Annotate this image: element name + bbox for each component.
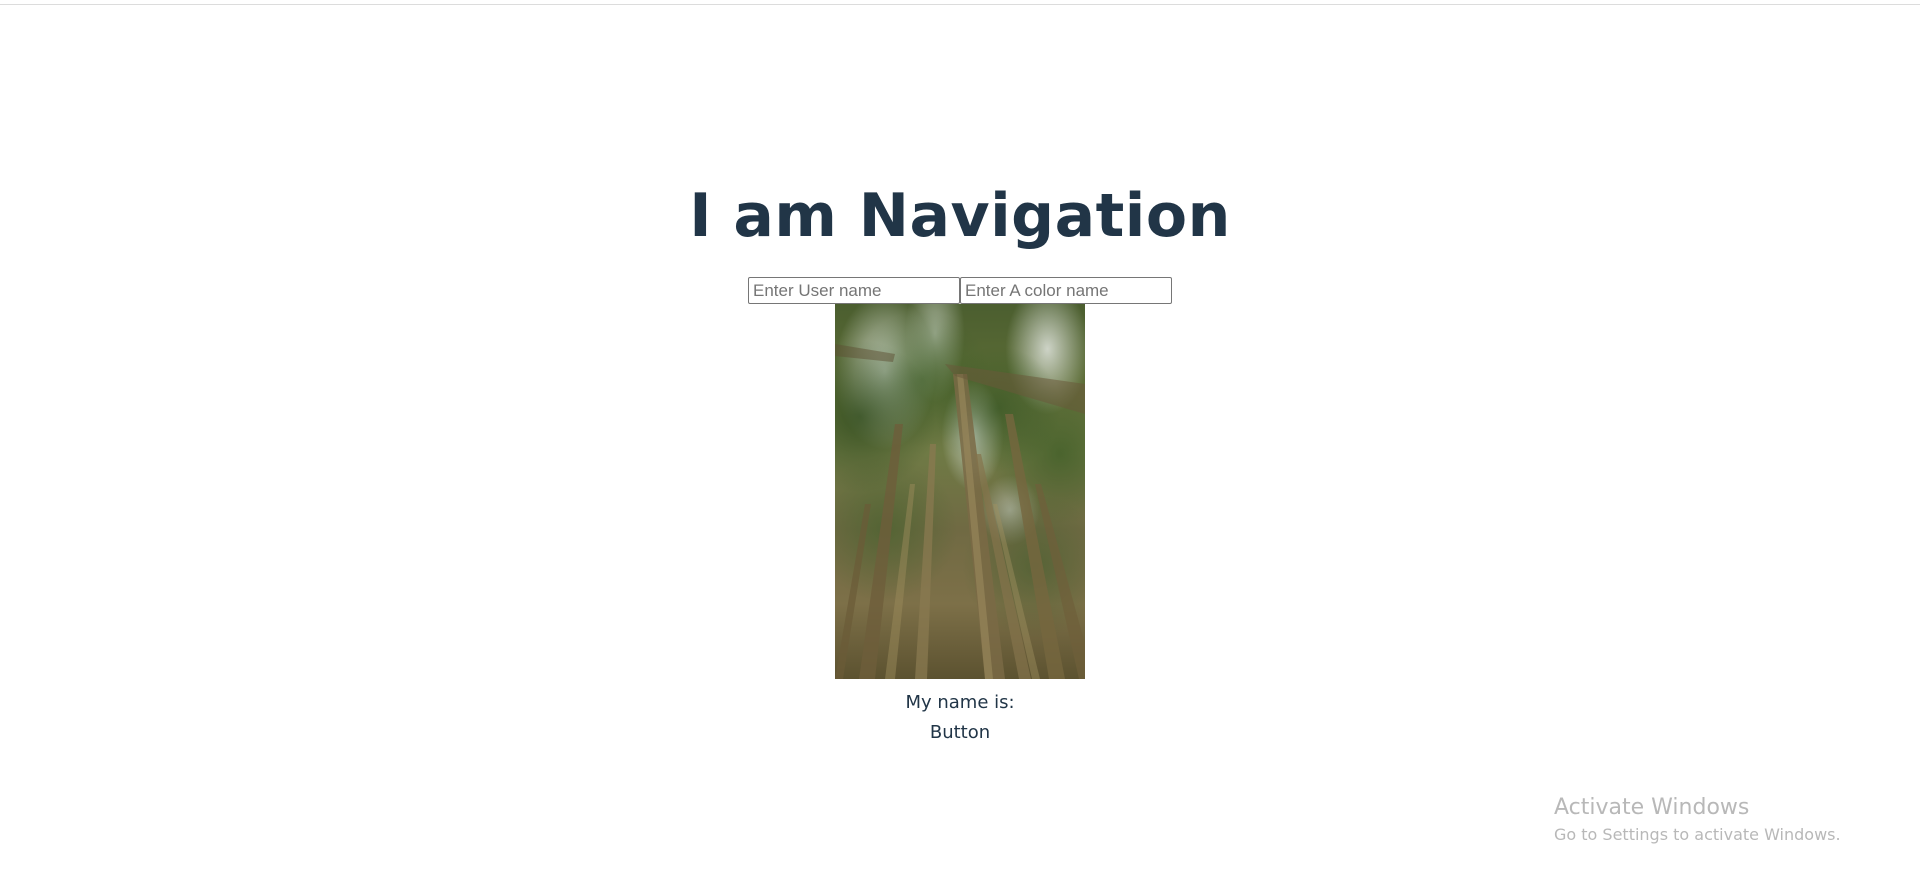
forest-photo: [835, 304, 1085, 679]
name-label: My name is:: [905, 692, 1015, 713]
watermark-title: Activate Windows: [1554, 795, 1750, 820]
page-title: I am Navigation: [689, 181, 1231, 251]
tree-trunks: [835, 344, 1085, 679]
color-input[interactable]: [960, 277, 1172, 304]
username-input[interactable]: [748, 277, 960, 304]
app-container: I am Navigation My name is: Button: [0, 0, 1920, 894]
watermark-subtitle: Go to Settings to activate Windows.: [1554, 825, 1841, 844]
input-row: [748, 277, 1172, 304]
activate-windows-watermark: Activate Windows Go to Settings to activ…: [1554, 794, 1841, 846]
action-button[interactable]: Button: [930, 721, 990, 745]
